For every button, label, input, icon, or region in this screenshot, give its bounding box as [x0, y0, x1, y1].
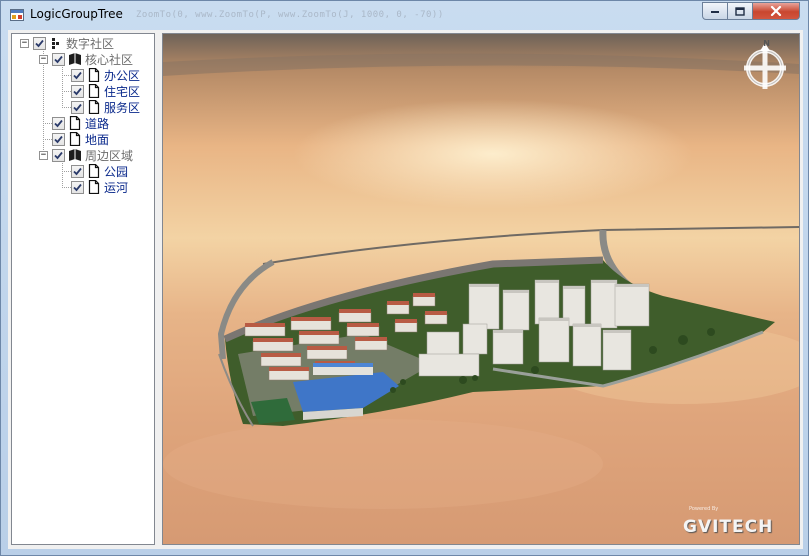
document-icon [68, 132, 82, 146]
tree-checkbox[interactable] [52, 52, 65, 66]
hierarchy-icon [49, 36, 63, 50]
document-icon [87, 68, 101, 82]
tree-node-core-community[interactable]: 核心社区 [52, 51, 133, 67]
folder-group-icon [68, 52, 82, 66]
tree-node-office[interactable]: 办公区 [71, 67, 140, 83]
tree-checkbox[interactable] [52, 132, 65, 146]
tree-expander-core[interactable]: − [39, 55, 48, 64]
tree-node-label: 地面 [85, 132, 110, 147]
title-bar[interactable]: LogicGroupTree ZoomTo(0, www.ZoomTo(P, w… [1, 1, 808, 29]
tree-checkbox[interactable] [33, 36, 46, 50]
checkmark-icon [54, 151, 63, 159]
tree-node-roads[interactable]: 道路 [52, 115, 109, 131]
client-area: − 数字社区 − 核心社区 办公区 住宅区 服务区 道路 地面 − 周边区域 公… [8, 30, 803, 549]
tree-node-ground[interactable]: 地面 [52, 131, 109, 147]
tree-node-label: 核心社区 [85, 52, 134, 67]
maximize-button[interactable] [728, 2, 753, 20]
tree-node-residential[interactable]: 住宅区 [71, 83, 140, 99]
tree-node-label: 服务区 [104, 100, 141, 115]
tree-checkbox[interactable] [71, 68, 84, 82]
checkmark-icon [73, 103, 82, 111]
tree-line [62, 67, 63, 108]
tree-checkbox[interactable] [52, 148, 65, 162]
tree-expander-root[interactable]: − [20, 39, 29, 48]
close-icon [770, 6, 782, 16]
tree-node-surrounding[interactable]: 周边区域 [52, 147, 133, 163]
document-icon [87, 100, 101, 114]
tree-node-label: 数字社区 [66, 36, 115, 51]
checkmark-icon [35, 39, 44, 47]
3d-viewport[interactable]: N Powered By GVITECH [162, 33, 800, 545]
checkmark-icon [73, 71, 82, 79]
minimize-button[interactable] [702, 2, 728, 20]
document-icon [68, 116, 82, 130]
tree-node-label: 住宅区 [104, 84, 141, 99]
tree-checkbox[interactable] [71, 164, 84, 178]
document-icon [87, 84, 101, 98]
app-icon [10, 9, 24, 21]
checkmark-icon [54, 135, 63, 143]
folder-group-icon [68, 148, 82, 162]
tree-node-root[interactable]: 数字社区 [33, 35, 114, 51]
tree-node-label: 办公区 [104, 68, 141, 83]
tree-line [43, 51, 44, 156]
tree-node-label: 道路 [85, 116, 110, 131]
checkmark-icon [73, 167, 82, 175]
tree-line [62, 163, 63, 188]
tree-node-label: 周边区域 [85, 148, 134, 163]
checkmark-icon [54, 55, 63, 63]
scene-render [163, 34, 799, 544]
tree-node-canal[interactable]: 运河 [71, 179, 128, 195]
compass-north-label: N [763, 39, 770, 48]
maximize-icon [735, 6, 745, 16]
tree-checkbox[interactable] [71, 84, 84, 98]
document-icon [87, 180, 101, 194]
close-button[interactable] [753, 2, 800, 20]
logic-group-tree[interactable]: − 数字社区 − 核心社区 办公区 住宅区 服务区 道路 地面 − 周边区域 公… [11, 33, 155, 545]
checkmark-icon [73, 183, 82, 191]
brand-logo: GVITECH [683, 517, 774, 537]
checkmark-icon [73, 87, 82, 95]
tree-checkbox[interactable] [71, 100, 84, 114]
window-title-ghost-text: ZoomTo(0, www.ZoomTo(P, www.ZoomTo(J, 10… [136, 10, 444, 20]
tree-node-park[interactable]: 公园 [71, 163, 128, 179]
tree-node-service[interactable]: 服务区 [71, 99, 140, 115]
tree-checkbox[interactable] [71, 180, 84, 194]
powered-by-text: Powered By [689, 506, 719, 512]
app-window: LogicGroupTree ZoomTo(0, www.ZoomTo(P, w… [0, 0, 809, 556]
checkmark-icon [54, 119, 63, 127]
tree-checkbox[interactable] [52, 116, 65, 130]
window-title: LogicGroupTree [30, 7, 123, 21]
tree-node-label: 公园 [104, 164, 129, 179]
minimize-icon [711, 11, 719, 13]
tree-expander-surrounding[interactable]: − [39, 151, 48, 160]
compass-icon[interactable] [739, 41, 791, 93]
document-icon [87, 164, 101, 178]
tree-node-label: 运河 [104, 180, 129, 195]
